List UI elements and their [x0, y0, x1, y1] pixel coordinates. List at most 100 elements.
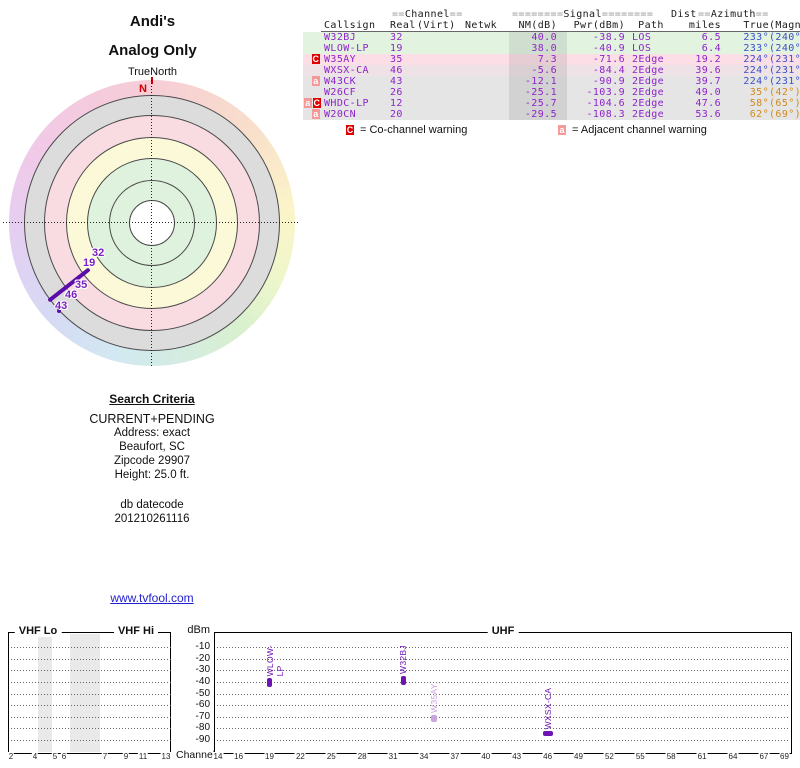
row-badges: a	[303, 76, 322, 87]
col-virt: (Virt)	[417, 20, 456, 31]
station-marker	[431, 715, 438, 723]
cell-callsign: W43CK	[324, 76, 357, 87]
table-header-groups: ==Channel== ========Signal======== Dist …	[303, 9, 800, 20]
co-channel-badge: C	[313, 98, 321, 108]
co-channel-badge: C	[346, 125, 354, 135]
cell-callsign: WXSX-CA	[324, 65, 369, 76]
cell-netwk	[465, 87, 509, 98]
search-height: Height: 25.0 ft.	[114, 469, 190, 481]
uhf-channel-tick: 31	[387, 752, 399, 761]
uhf-channel-tick: 46	[542, 752, 554, 761]
dbm-gridline	[216, 740, 789, 741]
uhf-channel-tick: 69	[779, 752, 790, 761]
cell-miles: 49.0	[695, 87, 721, 98]
cell-callsign: WHDC-LP	[324, 98, 369, 109]
table-row: WLOW-LP 19 38.0 -40.9 LOS 6.4 233°(240°)	[303, 43, 800, 54]
cell-magn: (65°)	[769, 98, 800, 109]
cell-real: 32	[390, 32, 403, 43]
db-datecode-value: 201210261116	[114, 513, 190, 525]
cell-virt	[417, 32, 465, 43]
table-row: a C WHDC-LP 12 -25.7 -104.6 2Edge 47.6 58° (65°)	[303, 98, 800, 109]
cell-nm: 38.0	[509, 43, 567, 54]
cell-magn: (231°)	[769, 76, 800, 87]
tvfool-link[interactable]: www.tvfool.com	[110, 591, 193, 605]
dbm-gridline	[10, 705, 171, 707]
cell-callsign: W32BJ	[324, 32, 357, 43]
uhf-channel-tick: 52	[603, 752, 615, 761]
table-row: C W35AY 35 7.3 -71.6 2Edge 19.2 224°(231°)	[303, 54, 800, 65]
vhf-channel-tick: 11	[137, 752, 149, 761]
dbm-tick-label: -60	[195, 699, 210, 711]
dbm-gridline	[216, 658, 789, 660]
adjacent-channel-badge: a	[312, 76, 320, 86]
station-marker-label: WLOW-LP	[264, 644, 285, 677]
dbm-gridline	[216, 728, 789, 730]
table-row: W32BJ 32 40.0 -38.9 LOS 6.5 233°(240°)	[303, 32, 800, 43]
vhf-channel-tick: 13	[160, 752, 172, 761]
cell-netwk	[465, 43, 509, 54]
cell-virt	[417, 76, 465, 87]
cell-miles: 53.6	[695, 109, 721, 120]
cell-callsign: W26CF	[324, 87, 357, 98]
channel-axis-label: Channel	[176, 749, 216, 761]
cell-pwr: -104.6	[586, 98, 625, 109]
adjacent-channel-badge: a	[312, 109, 320, 119]
tvfool-report: Andi's Analog Only TrueNorth N 32 19 35 46 4…	[0, 0, 800, 768]
table-column-headers: Callsign Real (Virt) Netwk NM(dB) Pwr(dB…	[303, 20, 800, 31]
cell-virt	[417, 65, 465, 76]
cell-real: 46	[390, 65, 403, 76]
cell-nm: 7.3	[509, 54, 567, 65]
cell-pwr: -40.9	[592, 43, 625, 54]
co-channel-legend-text: = Co-channel warning	[360, 124, 468, 136]
cell-callsign: W20CN	[324, 109, 357, 120]
cell-netwk	[465, 65, 509, 76]
row-badges	[303, 43, 322, 54]
col-path: Path	[638, 20, 664, 31]
cell-pwr: -84.4	[592, 65, 625, 76]
dbm-tick-label: -90	[195, 734, 210, 745]
uhf-channel-tick: 19	[264, 752, 275, 761]
station-marker	[267, 678, 272, 688]
cell-nm: 40.0	[509, 32, 567, 43]
adjacent-channel-badge: a	[304, 98, 312, 108]
station-table: ==Channel== ========Signal======== Dist …	[303, 9, 800, 120]
dbm-gridline	[216, 716, 789, 718]
cell-true: 35°	[749, 87, 769, 98]
uhf-channel-tick: 49	[573, 752, 584, 761]
vhf-channel-tick: 2	[7, 752, 15, 761]
adjacent-channel-badge: a	[558, 125, 566, 135]
report-title-line2: Analog Only	[108, 42, 197, 59]
station-marker-label: W35AY	[429, 683, 440, 714]
adjacent-channel-legend-text: = Adjacent channel warning	[572, 124, 707, 136]
uhf-channel-tick: 55	[634, 752, 646, 761]
cell-real: 35	[390, 54, 403, 65]
channel-group-header: ==Channel==	[392, 9, 463, 20]
row-badges: aC	[303, 98, 322, 109]
uhf-channel-tick: 28	[356, 752, 368, 761]
cell-netwk	[465, 32, 509, 43]
uhf-channel-tick: 58	[665, 752, 677, 761]
dbm-tick-label: -20	[195, 652, 210, 664]
db-datecode-label: db datecode	[120, 499, 184, 511]
dbm-tick-label: -80	[195, 722, 210, 734]
cell-true: 233°	[743, 32, 769, 43]
signal-group-header: ========Signal========	[512, 9, 654, 20]
vhf-hi-label: VHF Hi	[113, 625, 159, 637]
cell-callsign: WLOW-LP	[324, 43, 369, 54]
dbm-gridline	[10, 647, 171, 648]
col-true: True	[743, 20, 769, 31]
cell-netwk	[465, 98, 509, 109]
dbm-gridline	[10, 658, 171, 660]
cell-miles: 6.5	[701, 32, 721, 43]
cell-miles: 47.6	[695, 98, 721, 109]
vhf-channel-tick: 5	[51, 752, 59, 761]
cell-path: 2Edge	[632, 76, 665, 87]
table-row: a W20CN 20 -29.5 -108.3 2Edge 53.6 62° (69°)	[303, 109, 800, 120]
vhf-channel-tick: 4	[31, 752, 39, 761]
cell-magn: (42°)	[769, 87, 800, 98]
cell-pwr: -71.6	[592, 54, 625, 65]
azimuth-radar-plot: N 32 19 35 46 43	[9, 77, 295, 366]
cell-pwr: -108.3	[586, 109, 625, 120]
cell-real: 26	[390, 87, 403, 98]
radar-crosshair-vertical	[151, 80, 152, 368]
